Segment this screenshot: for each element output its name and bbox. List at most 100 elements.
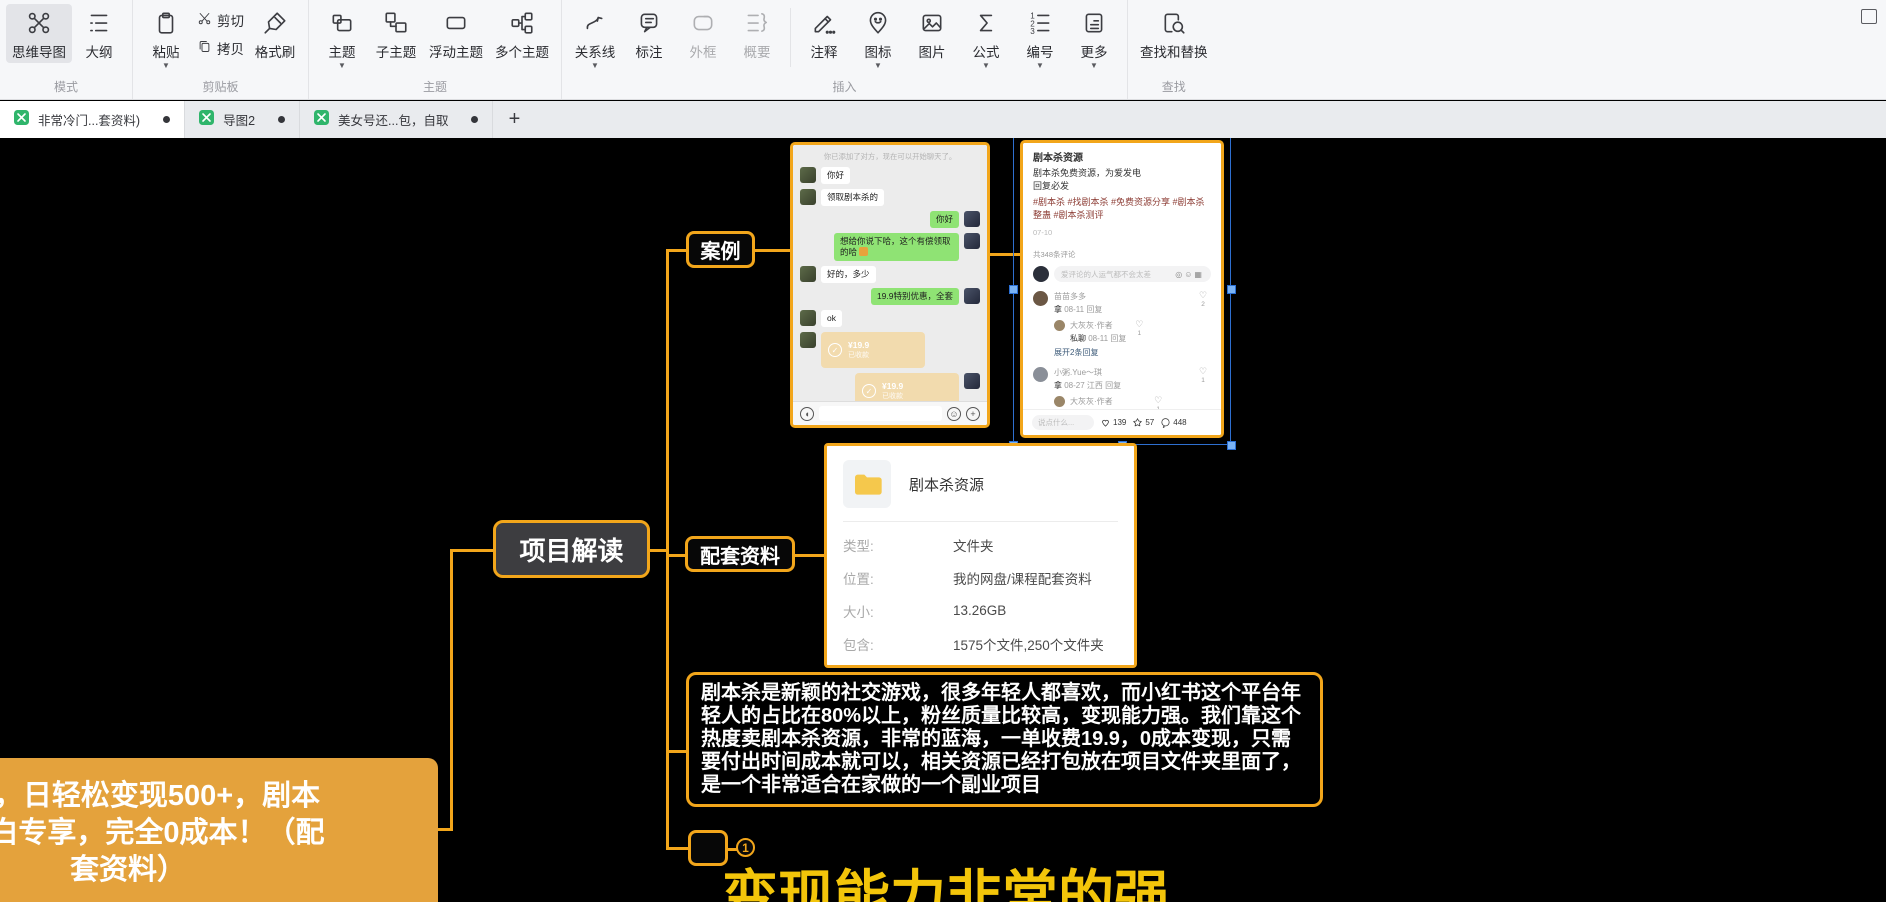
toolbar-button-note[interactable]: 注释 xyxy=(797,4,851,63)
say-something-input: 说点什么... xyxy=(1032,415,1094,430)
emoji-icon xyxy=(859,247,868,256)
toolbar-group-label: 剪贴板 xyxy=(139,75,302,97)
chat-avatar xyxy=(800,189,816,205)
selection-handle[interactable] xyxy=(1009,285,1018,294)
formula-icon xyxy=(973,8,999,38)
divider xyxy=(843,521,1118,522)
xhs-footer-bar: 说点什么...13957448 xyxy=(1023,409,1221,435)
toolbar-button-mindmap[interactable]: 思维导图 xyxy=(6,4,72,63)
panel-toggle-icon[interactable] xyxy=(1861,9,1877,24)
toolbar-button-callout[interactable]: 标注 xyxy=(622,4,676,63)
toolbar-button-floating-topic[interactable]: 浮动主题 xyxy=(423,4,489,63)
selection-handle[interactable] xyxy=(1227,441,1236,450)
connector-line xyxy=(755,249,792,252)
comment-item: 苗苗多多拿 08-11 回复大灰灰·作者私聊 08-11 回复♡1展开2条回复♡… xyxy=(1033,291,1211,358)
chat-avatar xyxy=(964,211,980,227)
comment-input: 爱评论的人运气都不会太差◎☺▦ xyxy=(1054,266,1211,282)
avatar xyxy=(1033,367,1048,382)
toolbar-button-outline[interactable]: 大纲 xyxy=(72,4,126,63)
unsaved-dot-icon xyxy=(278,116,285,123)
description-node[interactable]: 剧本杀是新颖的社交游戏，很多年轻人都喜欢，而小红书这个平台年轻人的占比在80%以… xyxy=(686,672,1323,807)
avatar xyxy=(1033,291,1048,306)
document-tab-2[interactable]: 导图2 xyxy=(185,101,300,138)
toolbar-button-format-painter[interactable]: 格式刷 xyxy=(248,4,302,63)
chevron-down-icon: ▼ xyxy=(338,62,346,69)
heart-icon: ♡2 xyxy=(1195,291,1211,358)
toolbar-button-marker[interactable]: 图标▼ xyxy=(851,4,905,71)
chat-message-row: 好的，多少 xyxy=(800,266,980,283)
find-replace-icon xyxy=(1161,8,1187,38)
boundary-icon xyxy=(690,8,716,38)
toolbar-button-formula[interactable]: 公式▼ xyxy=(959,4,1013,71)
mindmap-canvas[interactable]: 赛道，日轻松变现500+，剧本 杀小白专享，完全0成本！（配 套资料） 项目解读… xyxy=(0,138,1886,902)
connector-line xyxy=(667,249,688,252)
chat-avatar xyxy=(964,233,980,249)
avatar xyxy=(1033,266,1049,282)
document-tab-3[interactable]: 美女号还...包，自取 xyxy=(300,101,493,138)
document-tab-bar: 非常冷门...套资料)导图2美女号还...包，自取+ xyxy=(0,101,1886,138)
big-topic-title[interactable]: 变现能力非常的强 xyxy=(722,852,1170,902)
unsaved-dot-icon xyxy=(163,116,170,123)
chat-input-bar: ◖☺+ xyxy=(793,401,987,425)
root-topic-node[interactable]: 赛道，日轻松变现500+，剧本 杀小白专享，完全0成本！（配 套资料） xyxy=(0,758,438,902)
toolbar-group-3: 关系线▼标注外框概要注释图标▼图片公式▼123编号▼更多▼插入 xyxy=(562,0,1128,99)
comments-count: 448 xyxy=(1160,417,1186,428)
document-icon xyxy=(314,110,329,125)
chevron-down-icon: ▼ xyxy=(982,62,990,69)
toolbar-button-cut[interactable]: 剪切 xyxy=(197,10,244,30)
chat-message-row: 19.9特别优惠，全套 xyxy=(800,288,980,305)
wechat-chat-screenshot-node[interactable]: 你已添加了对方，现在可以开始聊天了。你好领取剧本杀的你好想给你说下哈，这个有偿领… xyxy=(790,142,990,428)
toolbar-button-image[interactable]: 图片 xyxy=(905,4,959,63)
document-tab-1[interactable]: 非常冷门...套资料) xyxy=(0,101,185,138)
chat-bubble: 你好 xyxy=(821,167,850,184)
subtopic-node-case[interactable]: 案例 xyxy=(686,231,755,268)
outline-icon xyxy=(86,8,112,38)
toolbar-group-2: 主题▼子主题浮动主题多个主题主题 xyxy=(309,0,562,99)
toolbar-button-subtopic[interactable]: 子主题 xyxy=(369,4,423,63)
connector-line xyxy=(667,554,687,557)
callout-icon xyxy=(636,8,662,38)
svg-text:3: 3 xyxy=(1030,27,1035,36)
chat-message-row: ✓¥19.9已收款 xyxy=(800,332,980,368)
connector-line xyxy=(667,750,688,753)
comment-input-row: 爱评论的人运气都不会太差◎☺▦ xyxy=(1033,266,1211,282)
toolbar-button-find-replace[interactable]: 查找和替换 xyxy=(1134,4,1214,63)
toolbar-button-numbering[interactable]: 123编号▼ xyxy=(1013,4,1067,71)
chat-bubble: 领取剧本杀的 xyxy=(821,189,884,206)
multi-topic-icon xyxy=(509,8,535,38)
document-icon xyxy=(14,110,29,125)
chat-avatar xyxy=(964,373,980,389)
toolbar-button-relationship[interactable]: 关系线▼ xyxy=(568,4,622,71)
selection-handle[interactable] xyxy=(1227,285,1236,294)
document-icon xyxy=(14,110,29,130)
mindmap-icon xyxy=(26,8,52,38)
new-tab-button[interactable]: + xyxy=(493,101,535,138)
folder-icon xyxy=(843,460,891,508)
toolbar-button-copy[interactable]: 拷贝 xyxy=(197,38,244,58)
toolbar-button-paste[interactable]: 粘贴▼ xyxy=(139,4,193,71)
xiaohongshu-screenshot-node[interactable]: 剧本杀资源剧本杀免费资源，为爱发电 回复必发#剧本杀 #找剧本杀 #免费资源分享… xyxy=(1020,140,1224,438)
chevron-down-icon: ▼ xyxy=(162,62,170,69)
chat-bubble: 好的，多少 xyxy=(821,266,876,283)
toolbar-button-topic[interactable]: 主题▼ xyxy=(315,4,369,71)
file-info-card-node[interactable]: 剧本杀资源 类型:文件夹位置:我的网盘/课程配套资料大小:13.26GB包含:1… xyxy=(824,443,1137,668)
chat-avatar xyxy=(800,310,816,326)
avatar xyxy=(1054,396,1065,407)
chevron-down-icon: ▼ xyxy=(1090,62,1098,69)
note-icon xyxy=(811,8,837,38)
relationship-icon xyxy=(582,8,608,38)
subtopic-node-materials[interactable]: 配套资料 xyxy=(685,536,795,572)
chat-bubble: 你好 xyxy=(930,211,959,228)
marker-icon xyxy=(865,8,891,38)
chat-avatar xyxy=(964,288,980,304)
toolbar-button-more[interactable]: 更多▼ xyxy=(1067,4,1121,71)
check-icon: ✓ xyxy=(862,384,876,398)
chat-bubble: ok xyxy=(821,310,842,327)
unsaved-dot-icon xyxy=(471,116,478,123)
toolbar-button-multi-topic[interactable]: 多个主题 xyxy=(489,4,555,63)
topic-node-project-interpretation[interactable]: 项目解读 xyxy=(493,520,650,578)
chat-system-message: 你已添加了对方，现在可以开始聊天了。 xyxy=(807,151,973,161)
toolbar-group-label: 插入 xyxy=(568,75,1121,97)
expand-replies-link: 展开2条回复 xyxy=(1054,347,1189,358)
paste-icon xyxy=(153,8,179,38)
